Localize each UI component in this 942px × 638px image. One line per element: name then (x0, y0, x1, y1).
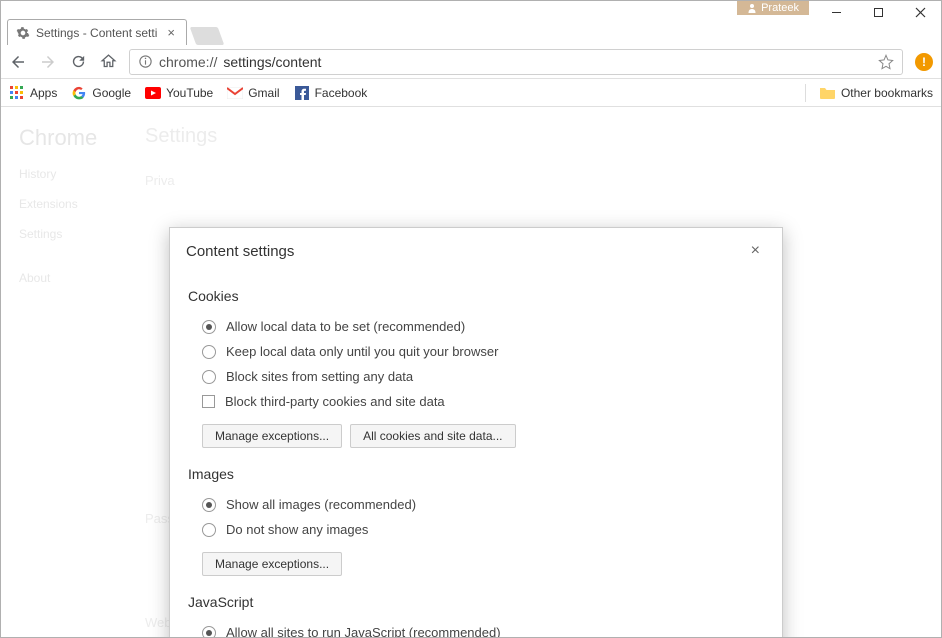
bg-brand: Chrome (19, 125, 97, 151)
folder-icon (820, 85, 836, 101)
bookmark-label: Gmail (248, 86, 279, 100)
dialog-body[interactable]: Cookies Allow local data to be set (reco… (170, 268, 778, 637)
other-bookmarks-label: Other bookmarks (841, 86, 933, 100)
radio-icon[interactable] (202, 320, 216, 334)
info-icon (138, 54, 153, 69)
images-show-option[interactable]: Show all images (recommended) (188, 492, 760, 517)
option-label: Allow all sites to run JavaScript (recom… (226, 625, 501, 637)
option-label: Keep local data only until you quit your… (226, 344, 498, 359)
radio-icon[interactable] (202, 523, 216, 537)
dialog-title: Content settings (186, 243, 294, 260)
apps-icon (9, 85, 25, 101)
option-label: Block sites from setting any data (226, 369, 413, 384)
user-name: Prateek (761, 2, 799, 14)
dialog-header: Content settings × (170, 228, 782, 268)
bg-nav-item: Settings (19, 227, 97, 241)
bookmark-label: Google (92, 86, 131, 100)
apps-button[interactable]: Apps (9, 85, 57, 101)
section-cookies-heading: Cookies (188, 288, 760, 304)
radio-icon[interactable] (202, 498, 216, 512)
bg-nav-item: About (19, 271, 97, 285)
window-titlebar: Prateek (1, 1, 941, 17)
close-window-button[interactable] (899, 1, 941, 23)
address-bar[interactable]: chrome:// settings/content (129, 49, 903, 75)
section-images-heading: Images (188, 466, 760, 482)
images-block-option[interactable]: Do not show any images (188, 517, 760, 542)
back-button[interactable] (9, 53, 27, 71)
bg-text: Priva (145, 173, 175, 188)
user-badge[interactable]: Prateek (737, 1, 809, 15)
bookmark-gmail[interactable]: Gmail (227, 85, 279, 101)
bg-sidebar: Chrome History Extensions Settings About (19, 125, 97, 301)
facebook-icon (294, 85, 310, 101)
bg-heading: Settings (145, 125, 217, 148)
youtube-icon (145, 85, 161, 101)
bg-nav-item: Extensions (19, 197, 97, 211)
cookies-thirdparty-option[interactable]: Block third-party cookies and site data (188, 389, 760, 414)
bookmark-label: YouTube (166, 86, 213, 100)
bookmark-google[interactable]: Google (71, 85, 131, 101)
tab-strip: Settings - Content settin... × (1, 17, 941, 45)
js-allow-option[interactable]: Allow all sites to run JavaScript (recom… (188, 620, 760, 637)
radio-icon[interactable] (202, 345, 216, 359)
option-label: Show all images (recommended) (226, 497, 416, 512)
bookmark-label: Facebook (315, 86, 368, 100)
cookies-block-option[interactable]: Block sites from setting any data (188, 364, 760, 389)
warning-icon[interactable]: ! (915, 53, 933, 71)
forward-button (39, 53, 57, 71)
cookies-allow-option[interactable]: Allow local data to be set (recommended) (188, 314, 760, 339)
bg-nav-item: History (19, 167, 97, 181)
cookies-all-data-button[interactable]: All cookies and site data... (350, 424, 515, 448)
checkbox-icon[interactable] (202, 395, 215, 408)
browser-tab[interactable]: Settings - Content settin... × (7, 19, 187, 45)
home-button[interactable] (99, 53, 117, 71)
maximize-button[interactable] (857, 1, 899, 23)
dialog-close-button[interactable]: × (745, 240, 766, 262)
option-label: Allow local data to be set (recommended) (226, 319, 465, 334)
bookmarks-bar: Apps Google YouTube Gmail Facebook Other… (1, 79, 941, 107)
page-content: Chrome History Extensions Settings About… (1, 107, 941, 637)
section-javascript-heading: JavaScript (188, 594, 760, 610)
gmail-icon (227, 85, 243, 101)
tab-close-button[interactable]: × (164, 25, 178, 40)
nav-toolbar: chrome:// settings/content ! (1, 45, 941, 79)
bookmark-star-icon[interactable] (878, 54, 894, 70)
option-label: Do not show any images (226, 522, 368, 537)
apps-label: Apps (30, 86, 57, 100)
new-tab-button[interactable] (190, 27, 225, 45)
option-label: Block third-party cookies and site data (225, 394, 445, 409)
separator (805, 84, 806, 102)
content-settings-dialog: Content settings × Cookies Allow local d… (169, 227, 783, 637)
google-icon (71, 85, 87, 101)
reload-button[interactable] (69, 53, 87, 71)
gear-icon (16, 26, 30, 40)
other-bookmarks[interactable]: Other bookmarks (820, 85, 933, 101)
radio-icon[interactable] (202, 370, 216, 384)
url-protocol: chrome:// (159, 54, 217, 70)
radio-icon[interactable] (202, 626, 216, 638)
url-path: settings/content (223, 54, 321, 70)
person-icon (747, 3, 757, 13)
bookmark-youtube[interactable]: YouTube (145, 85, 213, 101)
tab-title: Settings - Content settin... (36, 26, 158, 40)
cookies-manage-exceptions-button[interactable]: Manage exceptions... (202, 424, 342, 448)
bookmark-facebook[interactable]: Facebook (294, 85, 368, 101)
cookies-session-option[interactable]: Keep local data only until you quit your… (188, 339, 760, 364)
images-manage-exceptions-button[interactable]: Manage exceptions... (202, 552, 342, 576)
minimize-button[interactable] (815, 1, 857, 23)
